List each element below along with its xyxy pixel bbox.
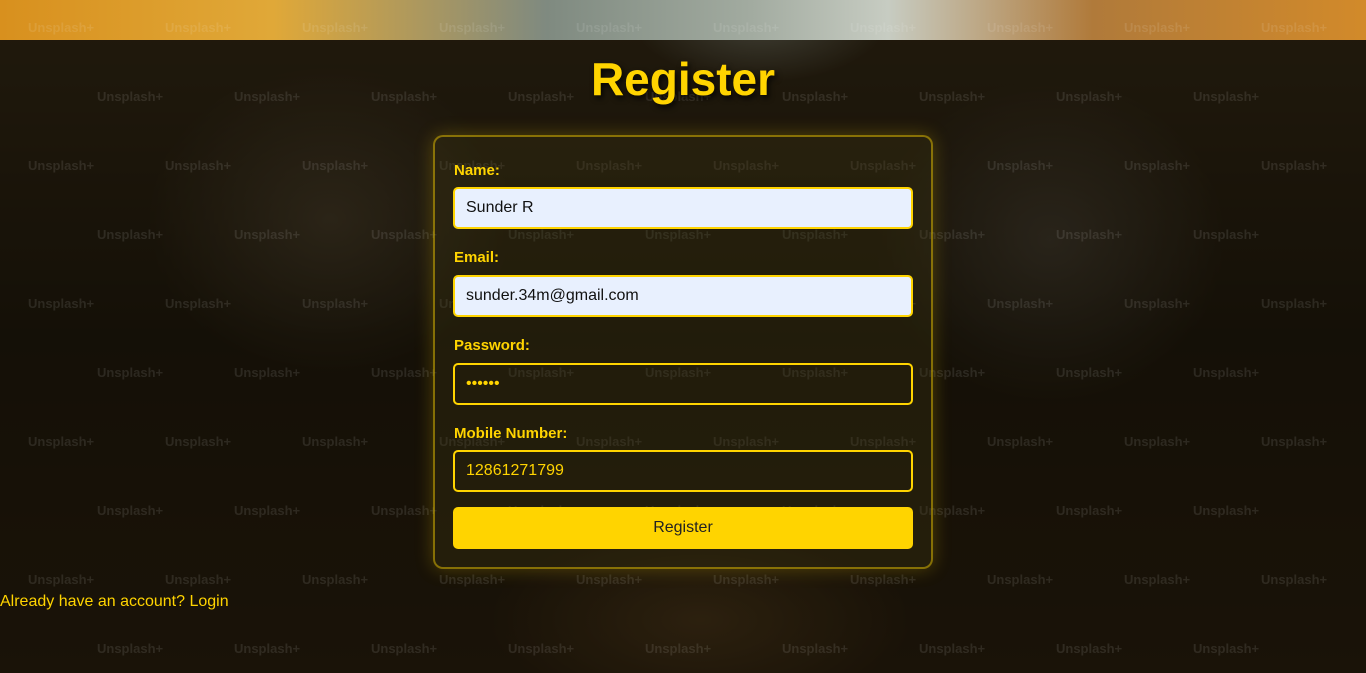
watermark-text: Unsplash+ (1056, 641, 1123, 656)
watermark-text: Unsplash+ (165, 296, 232, 311)
watermark-text: Unsplash+ (1261, 572, 1328, 587)
watermark-text: Unsplash+ (1261, 296, 1328, 311)
watermark-text: Unsplash+ (302, 158, 369, 173)
watermark-text: Unsplash+ (234, 365, 301, 380)
watermark-text: Unsplash+ (28, 434, 95, 449)
password-label: Password: (454, 337, 530, 354)
login-prompt-text: Already have an account? (0, 593, 186, 610)
login-link[interactable]: Login (189, 593, 228, 610)
mobile-number-input[interactable]: 12861271799 (453, 450, 913, 492)
mobile-number-label: Mobile Number: (454, 425, 568, 442)
watermark-text: Unsplash+ (371, 641, 438, 656)
watermark-text: Unsplash+ (987, 158, 1054, 173)
watermark-text: Unsplash+ (165, 434, 232, 449)
watermark-text: Unsplash+ (371, 503, 438, 518)
watermark-text: Unsplash+ (1193, 365, 1260, 380)
watermark-text: Unsplash+ (850, 20, 917, 35)
watermark-text: Unsplash+ (1193, 641, 1260, 656)
watermark-text: Unsplash+ (1056, 365, 1123, 380)
watermark-text: Unsplash+ (371, 227, 438, 242)
watermark-text: Unsplash+ (97, 641, 164, 656)
watermark-text: Unsplash+ (1056, 227, 1123, 242)
watermark-text: Unsplash+ (234, 227, 301, 242)
watermark-text: Unsplash+ (1261, 158, 1328, 173)
watermark-text: Unsplash+ (713, 572, 780, 587)
name-label: Name: (454, 162, 500, 179)
watermark-text: Unsplash+ (1124, 434, 1191, 449)
watermark-text: Unsplash+ (165, 158, 232, 173)
watermark-text: Unsplash+ (302, 434, 369, 449)
watermark-text: Unsplash+ (987, 20, 1054, 35)
watermark-text: Unsplash+ (1193, 503, 1260, 518)
watermark-text: Unsplash+ (97, 227, 164, 242)
watermark-text: Unsplash+ (28, 158, 95, 173)
watermark-text: Unsplash+ (97, 503, 164, 518)
watermark-text: Unsplash+ (439, 572, 506, 587)
watermark-text: Unsplash+ (987, 572, 1054, 587)
watermark-text: Unsplash+ (987, 296, 1054, 311)
watermark-text: Unsplash+ (234, 641, 301, 656)
name-input[interactable]: Sunder R (453, 187, 913, 229)
page-title: Register (590, 53, 776, 105)
register-button[interactable]: Register (453, 507, 913, 549)
watermark-text: Unsplash+ (302, 296, 369, 311)
password-input[interactable]: •••••• (453, 363, 913, 405)
watermark-text: Unsplash+ (28, 296, 95, 311)
email-input[interactable]: sunder.34m@gmail.com (453, 275, 913, 317)
watermark-text: Unsplash+ (1124, 572, 1191, 587)
watermark-text: Unsplash+ (1261, 434, 1328, 449)
watermark-text: Unsplash+ (28, 20, 95, 35)
watermark-text: Unsplash+ (1124, 20, 1191, 35)
watermark-text: Unsplash+ (234, 503, 301, 518)
watermark-text: Unsplash+ (165, 572, 232, 587)
watermark-text: Unsplash+ (508, 641, 575, 656)
watermark-text: Unsplash+ (302, 20, 369, 35)
watermark-text: Unsplash+ (645, 641, 712, 656)
watermark-text: Unsplash+ (302, 572, 369, 587)
watermark-text: Unsplash+ (919, 641, 986, 656)
watermark-text: Unsplash+ (987, 434, 1054, 449)
watermark-text: Unsplash+ (713, 20, 780, 35)
email-label: Email: (454, 249, 500, 266)
watermark-text: Unsplash+ (782, 641, 849, 656)
watermark-text: Unsplash+ (1124, 296, 1191, 311)
watermark-text: Unsplash+ (1261, 20, 1328, 35)
watermark-text: Unsplash+ (28, 572, 95, 587)
watermark-text: Unsplash+ (1193, 227, 1260, 242)
watermark-text: Unsplash+ (850, 572, 917, 587)
watermark-text: Unsplash+ (165, 20, 232, 35)
watermark-text: Unsplash+ (97, 365, 164, 380)
watermark-text: Unsplash+ (1056, 503, 1123, 518)
watermark-text: Unsplash+ (576, 572, 643, 587)
watermark-text: Unsplash+ (371, 365, 438, 380)
watermark-text: Unsplash+ (439, 20, 506, 35)
watermark-text: Unsplash+ (576, 20, 643, 35)
watermark-text: Unsplash+ (1124, 158, 1191, 173)
login-prompt: Already have an account? Login (0, 593, 229, 611)
